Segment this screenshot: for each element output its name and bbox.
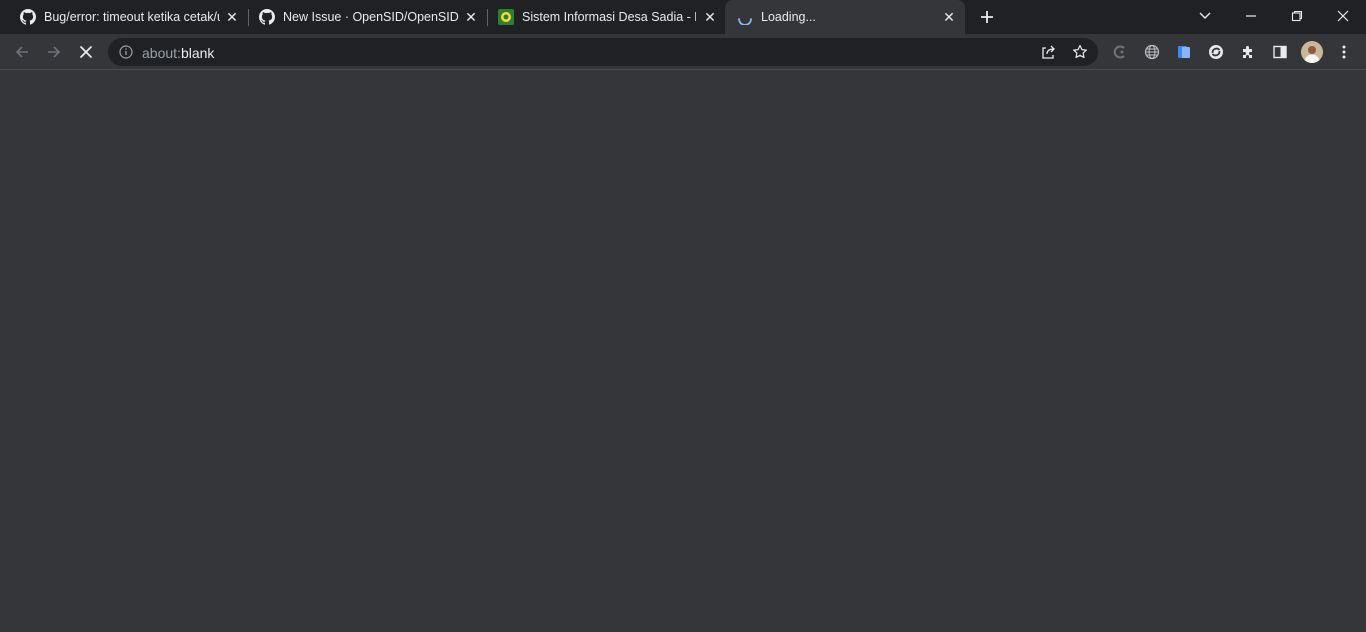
tab-search-chevron-icon[interactable] [1193, 4, 1217, 28]
github-icon [20, 9, 36, 25]
tab-title: Sistem Informasi Desa Sadia - Bu [522, 10, 696, 24]
tab-bug-error[interactable]: Bug/error: timeout ketika cetak/u ✕ [8, 0, 246, 34]
close-icon[interactable]: ✕ [224, 9, 240, 25]
tab-title: New Issue · OpenSID/OpenSID [283, 10, 459, 24]
url-scheme: about: [142, 45, 181, 61]
tab-loading[interactable]: Loading... ✕ [725, 0, 965, 34]
village-logo-icon [498, 9, 514, 25]
stop-loading-icon[interactable] [74, 40, 98, 64]
page-content-area[interactable] [0, 71, 1366, 632]
minimize-icon[interactable] [1239, 4, 1263, 28]
menu-kebab-icon[interactable] [1334, 42, 1354, 62]
github-icon [259, 9, 275, 25]
close-icon[interactable]: ✕ [941, 9, 957, 25]
bookmark-star-icon[interactable] [1071, 43, 1089, 61]
profile-avatar-icon[interactable] [1300, 40, 1324, 64]
sync-extension-icon[interactable] [1206, 42, 1226, 62]
address-bar[interactable]: about:blank [108, 38, 1098, 66]
url-path: blank [180, 45, 215, 61]
tab-title: Bug/error: timeout ketika cetak/u [44, 10, 220, 24]
site-info-icon[interactable] [118, 44, 134, 60]
side-panel-icon[interactable] [1270, 42, 1290, 62]
tab-title: Loading... [761, 10, 816, 24]
extension-c-icon[interactable] [1110, 42, 1130, 62]
extensions-puzzle-icon[interactable] [1238, 42, 1258, 62]
tab-strip: Bug/error: timeout ketika cetak/u ✕ New … [0, 0, 1366, 34]
globe-icon[interactable] [1142, 42, 1162, 62]
document-extension-icon[interactable] [1174, 42, 1194, 62]
tab-sistem-informasi[interactable]: Sistem Informasi Desa Sadia - Bu ✕ [486, 0, 724, 34]
forward-icon[interactable] [42, 40, 66, 64]
browser-toolbar: about:blank [0, 34, 1366, 70]
back-icon[interactable] [10, 40, 34, 64]
close-window-icon[interactable] [1331, 4, 1355, 28]
loading-spinner-icon [737, 9, 753, 25]
url-text[interactable]: about:blank [142, 45, 214, 61]
new-tab-button[interactable] [977, 7, 997, 27]
close-icon[interactable]: ✕ [702, 9, 718, 25]
share-icon[interactable] [1039, 43, 1057, 61]
restore-icon[interactable] [1285, 4, 1309, 28]
tab-new-issue[interactable]: New Issue · OpenSID/OpenSID ✕ [247, 0, 485, 34]
close-icon[interactable]: ✕ [463, 9, 479, 25]
